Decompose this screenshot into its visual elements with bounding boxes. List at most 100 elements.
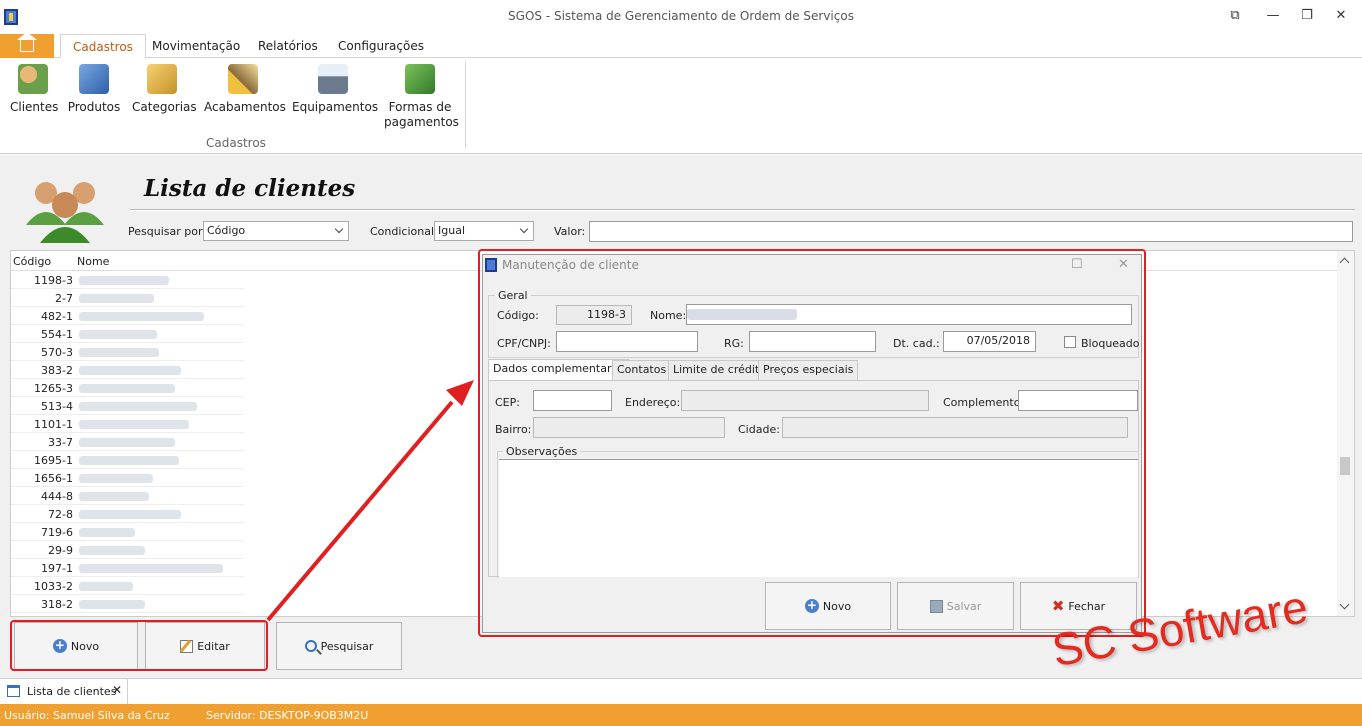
window-title: SGOS - Sistema de Gerenciamento de Ordem… <box>508 9 854 23</box>
clients-icon <box>26 182 104 243</box>
condition-select[interactable]: Igual <box>434 221 534 241</box>
client-maintenance-dialog: Manutenção de cliente ☐ ✕ Geral Código: … <box>482 254 1142 633</box>
boxes-icon <box>147 64 177 94</box>
redacted-name <box>79 474 153 483</box>
dialog-novo-label: Novo <box>822 599 852 613</box>
nome-label: Nome: <box>650 309 687 322</box>
tab-dados-complementares[interactable]: Dados complementares <box>488 359 629 381</box>
row-codigo: 1101-1 <box>34 418 73 431</box>
dtcad-field[interactable]: 07/05/2018 <box>943 331 1036 352</box>
bairro-field[interactable] <box>533 417 725 438</box>
tab-relatorios[interactable]: Relatórios <box>246 34 330 59</box>
bloqueado-checkbox[interactable] <box>1064 336 1076 348</box>
rg-label: RG: <box>724 337 744 350</box>
redacted-name <box>79 564 223 573</box>
cep-field[interactable] <box>533 390 612 411</box>
condition-label: Condicional: <box>370 225 438 238</box>
clientes-button[interactable]: Clientes <box>10 64 58 115</box>
ribbon-group-label: Cadastros <box>206 136 266 150</box>
doc-tab-lista-clientes[interactable]: Lista de clientes ✕ <box>0 679 128 705</box>
redacted-name <box>79 420 189 429</box>
column-codigo[interactable]: Código <box>13 255 51 268</box>
search-by-select[interactable]: Código <box>203 221 349 241</box>
endereco-field[interactable] <box>681 390 929 411</box>
dialog-novo-button[interactable]: + Novo <box>765 582 891 630</box>
pesquisar-button[interactable]: Pesquisar <box>276 622 402 670</box>
title-divider <box>130 209 1355 211</box>
dialog-fechar-label: Fechar <box>1068 599 1106 613</box>
ruler-icon <box>79 64 109 94</box>
tab-precos-especiais[interactable]: Preços especiais <box>758 360 859 380</box>
cpf-label: CPF/CNPJ: <box>497 337 551 350</box>
search-icon <box>304 640 317 652</box>
money-book-icon <box>405 64 435 94</box>
tab-cadastros[interactable]: Cadastros <box>60 34 146 59</box>
redacted-name <box>79 402 197 411</box>
redacted-name <box>79 546 145 555</box>
dialog-salvar-button[interactable]: Salvar <box>897 582 1014 630</box>
dialog-app-icon <box>485 258 497 272</box>
dialog-tabs: Dados complementares Contatos Limite de … <box>488 359 1139 381</box>
redacted-name <box>79 600 145 609</box>
column-nome[interactable]: Nome <box>77 255 109 268</box>
tab-limite-credito[interactable]: Limite de crédito <box>668 360 771 380</box>
acabamentos-button[interactable]: Acabamentos <box>204 64 286 115</box>
cpf-field[interactable] <box>556 331 698 352</box>
save-icon <box>929 599 943 613</box>
rg-field[interactable] <box>749 331 876 352</box>
value-input[interactable] <box>589 221 1353 242</box>
home-tab[interactable] <box>0 32 54 58</box>
doc-tab-label: Lista de clientes <box>27 685 117 698</box>
cidade-field[interactable] <box>782 417 1128 438</box>
redacted-name <box>79 438 175 447</box>
row-codigo: 570-3 <box>41 346 73 359</box>
categorias-button[interactable]: Categorias <box>132 64 197 115</box>
scroll-thumb[interactable] <box>1340 457 1350 475</box>
acabamentos-label: Acabamentos <box>204 100 286 114</box>
row-codigo: 33-7 <box>48 436 73 449</box>
row-codigo: 72-8 <box>48 508 73 521</box>
close-x-icon: ✖ <box>1051 597 1065 615</box>
equipamentos-button[interactable]: Equipamentos <box>292 64 378 115</box>
endereco-label: Endereço: <box>625 396 681 409</box>
highlight-frame-buttons <box>10 620 268 671</box>
tab-contatos[interactable]: Contatos <box>612 360 672 380</box>
complemento-field[interactable] <box>1018 390 1138 411</box>
pesquisar-label: Pesquisar <box>320 639 374 653</box>
row-codigo: 383-2 <box>41 364 73 377</box>
row-codigo: 444-8 <box>41 490 73 503</box>
dialog-maximize-button[interactable]: ☐ <box>1071 257 1083 272</box>
dialog-close-button[interactable]: ✕ <box>1118 257 1129 272</box>
scroll-down-icon[interactable] <box>1339 599 1350 610</box>
scroll-up-icon[interactable] <box>1339 257 1350 268</box>
redacted-name <box>79 330 157 339</box>
search-by-value: Código <box>207 224 246 237</box>
produtos-button[interactable]: Produtos <box>66 64 122 115</box>
vertical-scrollbar[interactable] <box>1337 251 1354 616</box>
observacoes-textarea[interactable] <box>499 459 1138 577</box>
drafting-tools-icon <box>228 64 258 94</box>
nome-field[interactable] <box>686 304 1132 325</box>
tab-configuracoes[interactable]: Configurações <box>326 34 436 59</box>
row-codigo: 197-1 <box>41 562 73 575</box>
tab-movimentacao[interactable]: Movimentação <box>140 34 252 59</box>
doc-tab-close-icon[interactable]: ✕ <box>112 683 122 697</box>
formas-pagamento-button[interactable]: Formas de pagamentos <box>384 64 459 130</box>
ribbon-tabs: Cadastros Movimentação Relatórios Config… <box>0 32 1362 59</box>
formas-pagamento-label: Formas de pagamentos <box>384 100 459 129</box>
redacted-name <box>79 276 169 285</box>
minimize-button[interactable]: — <box>1260 7 1286 25</box>
categorias-label: Categorias <box>132 100 197 114</box>
complemento-label: Complemento: <box>943 396 1025 409</box>
redacted-name <box>79 348 159 357</box>
cep-label: CEP: <box>495 396 520 409</box>
row-codigo: 1695-1 <box>34 454 73 467</box>
restore-down-icon[interactable]: ⧉ <box>1222 7 1248 25</box>
window-icon <box>7 685 20 697</box>
users-icon <box>18 64 48 94</box>
close-button[interactable]: ✕ <box>1328 7 1354 25</box>
codigo-field[interactable]: 1198-3 <box>556 305 632 325</box>
chevron-down-icon <box>334 224 344 234</box>
maximize-button[interactable]: ❐ <box>1294 7 1320 25</box>
dados-complementares-panel: CEP: Endereço: Complemento: Bairro: Cida… <box>488 380 1139 578</box>
